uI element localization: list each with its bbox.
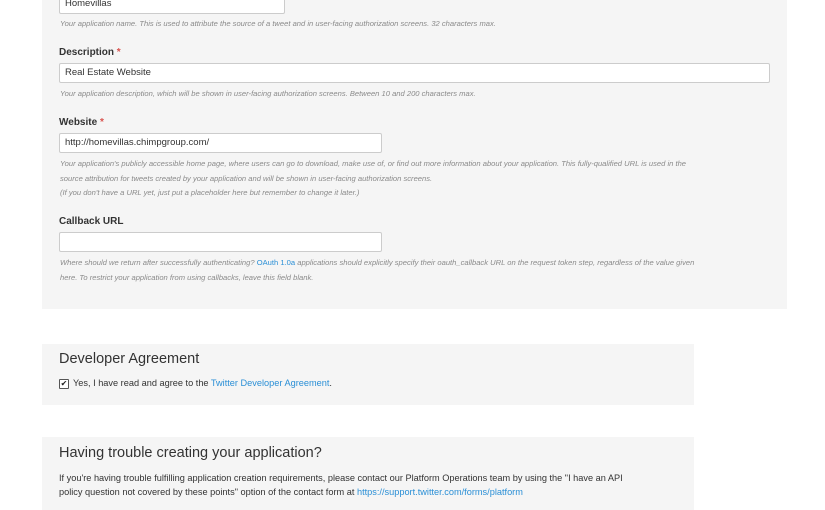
callback-help-text-pre: Where should we return after successfull… [60,258,257,267]
callback-url-label: Callback URL [59,216,124,227]
description-label-text: Description [59,47,115,58]
name-help-text: Your application name. This is used to a… [60,19,496,28]
trouble-heading: Having trouble creating your application… [59,445,322,461]
description-help-text: Your application description, which will… [60,89,476,98]
callback-help-text-post: applications should explicitly specify t… [295,258,695,267]
support-form-link[interactable]: https://support.twitter.com/forms/platfo… [357,487,523,497]
callback-help-line-2: here. To restrict your application from … [60,273,314,282]
trouble-text-line-2: policy question not covered by these poi… [59,485,523,499]
trouble-text-line-2-pre: policy question not covered by these poi… [59,487,357,497]
developer-agreement-heading: Developer Agreement [59,351,200,367]
name-input[interactable]: Homevillas [59,0,285,14]
website-input[interactable]: http://homevillas.chimpgroup.com/ [59,133,382,153]
agree-checkbox[interactable]: ✔ [59,379,69,389]
website-help-line-2: source attribution for tweets created by… [60,174,433,183]
website-help-line-3: (If you don't have a URL yet, just put a… [60,188,360,197]
agreement-text: Yes, I have read and agree to the Twitte… [73,376,332,390]
developer-agreement-panel: Developer Agreement ✔ Yes, I have read a… [42,344,694,405]
description-label: Description * [59,47,121,58]
callback-url-input[interactable] [59,232,382,252]
required-asterisk: * [116,47,121,58]
website-label: Website * [59,117,104,128]
trouble-panel: Having trouble creating your application… [42,437,694,510]
developer-agreement-link[interactable]: Twitter Developer Agreement [211,378,329,388]
agreement-text-pre: Yes, I have read and agree to the [73,378,211,388]
trouble-text-line-1: If you're having trouble fulfilling appl… [59,473,623,483]
callback-help-line-1: Where should we return after successfull… [60,255,694,270]
website-help-line-1: Your application's publicly accessible h… [60,159,687,168]
required-asterisk: * [99,117,104,128]
description-input[interactable]: Real Estate Website [59,63,770,83]
oauth-link[interactable]: OAuth 1.0a [257,258,295,267]
application-form-panel: Homevillas Your application name. This i… [42,0,787,309]
website-label-text: Website [59,117,98,128]
agreement-text-post: . [329,378,332,388]
